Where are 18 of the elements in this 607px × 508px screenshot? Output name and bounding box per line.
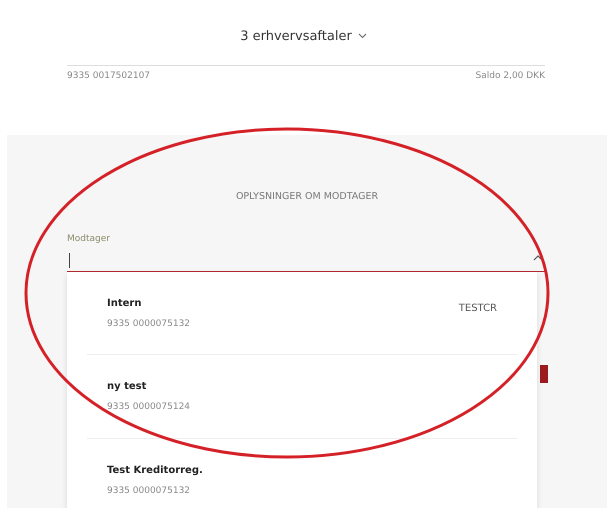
recipient-account-number: 9335 0000075132 [107, 318, 190, 331]
recipient-account-number: 9335 0000075132 [107, 484, 192, 498]
recipient-option[interactable]: ny test 9335 0000075124 [87, 355, 517, 439]
recipient-name: Intern [107, 296, 142, 311]
scrollbar-thumb[interactable] [540, 365, 548, 383]
recipient-name: ny test [107, 380, 148, 394]
recipient-option[interactable]: Intern 9335 0000075132 TESTCR [87, 272, 517, 356]
account-number: 9335 0017502107 [67, 70, 150, 83]
section-heading: OPLYSNINGER OM MODTAGER [234, 190, 380, 204]
recipient-option[interactable]: Test Kreditorreg. 9335 0000075132 [87, 438, 517, 508]
field-label: Modtager [67, 233, 111, 246]
recipient-tag: TESTCR [458, 301, 497, 316]
recipient-account-number: 9335 0000075124 [107, 401, 190, 414]
account-balance: Saldo 2,00 DKK [476, 70, 545, 83]
chevron-up-icon[interactable] [533, 254, 543, 261]
chevron-down-icon[interactable] [358, 33, 367, 40]
agreements-title[interactable]: 3 erhvervsaftaler [240, 26, 352, 46]
recipient-name: Test Kreditorreg. [107, 464, 203, 478]
